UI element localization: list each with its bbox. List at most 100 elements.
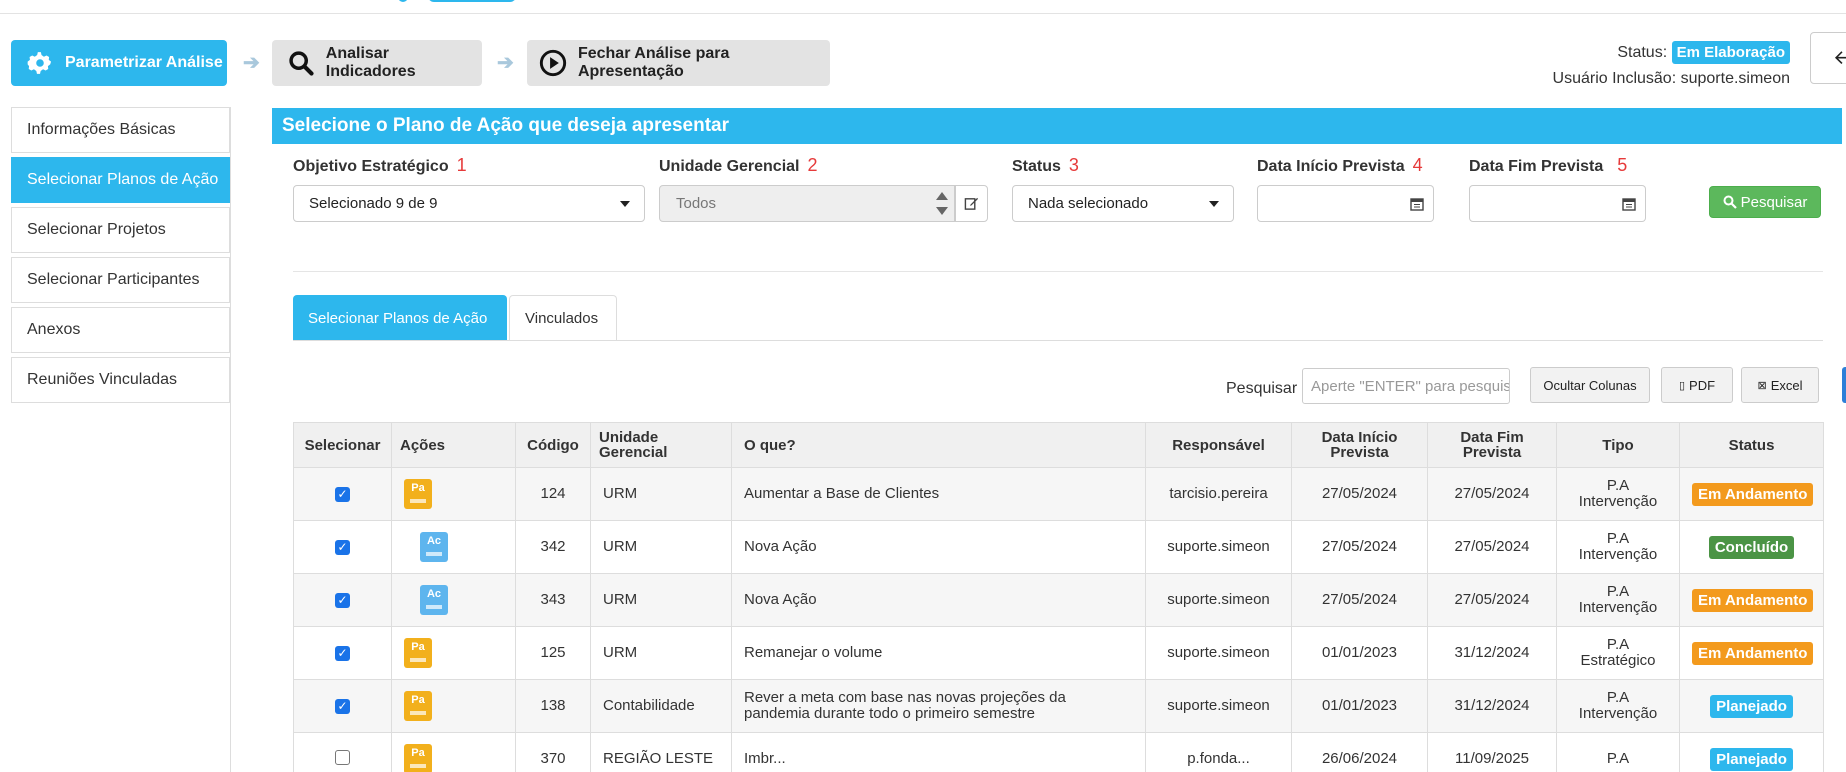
select-checkbox[interactable] [335,749,350,765]
sidebar-item-planos-de-acao[interactable]: Selecionar Planos de Ação [11,157,230,203]
status-select[interactable]: Nada selecionado [1012,185,1234,222]
step-parametrizar-analise[interactable]: Parametrizar Análise [11,40,227,86]
codigo-cell: 342 [515,520,591,574]
col-header[interactable]: Código [515,422,591,468]
table-row[interactable]: ✓ Ac 342 URM Nova Ação suporte.simeon 27/05/20… [293,520,1824,574]
button-label: Excel [1770,377,1803,393]
select-cell: ✓ [293,573,392,627]
status-badge: Em Andamento [1692,641,1814,665]
pdf-button[interactable]: ▯ PDF [1661,367,1733,403]
select-cell: ✓ [293,679,392,733]
select-checkbox[interactable]: ✓ [335,593,350,608]
step-fechar-analise[interactable]: Fechar Análise para Apresentação [527,40,830,86]
tipo-cell: P.A Intervenção [1556,467,1680,521]
top-bar [0,0,1846,14]
table-search-input[interactable]: Aperte "ENTER" para pesquisar [1302,368,1510,404]
sidebar-item-anexos[interactable]: Anexos [11,307,230,353]
col-header[interactable]: Responsável [1145,422,1292,468]
sidebar-item-informacoes-basicas[interactable]: Informações Básicas [11,107,230,153]
acao-icon[interactable]: Ac [420,585,448,615]
data-fim-input[interactable] [1469,185,1613,222]
table-row[interactable]: Pa 370 REGIÃO LESTE Imbr... p.fonda... 26/06/… [293,732,1824,772]
unidade-cell: Contabilidade [590,679,732,733]
col-header[interactable]: Unidade Gerencial [590,422,732,468]
objetivo-select[interactable]: Selecionado 9 de 9 [293,185,645,222]
select-checkbox[interactable]: ✓ [335,487,350,502]
codigo-cell: 125 [515,626,591,680]
tipo-cell: P.A Intervenção [1556,679,1680,733]
codigo-cell: 124 [515,467,591,521]
edge-button[interactable] [1842,367,1846,403]
tipo-line: Intervenção [1578,599,1658,616]
search-icon [286,48,316,78]
col-header[interactable]: Tipo [1556,422,1680,468]
label-text: Unidade Gerencial [659,158,800,175]
ocultar-colunas-button[interactable]: Ocultar Colunas [1530,367,1650,403]
unidade-field[interactable]: Todos [659,185,955,222]
tipo-line: Intervenção [1578,705,1658,722]
calendar-icon [1621,197,1636,211]
col-header[interactable]: O que? [731,422,1146,468]
plano-acao-icon[interactable]: Pa [404,638,432,668]
actions-cell: Ac [391,573,516,627]
calendar-button[interactable] [1612,185,1646,222]
spin-down-icon[interactable] [936,207,948,215]
calendar-button[interactable] [1400,185,1434,222]
step-analisar-indicadores[interactable]: Analisar Indicadores [272,40,482,86]
fim-cell: 27/05/2024 [1427,520,1557,574]
plano-acao-icon[interactable]: Pa [404,479,432,509]
status-cell: Em Andamento [1679,467,1824,521]
responsavel-cell: p.fonda... [1145,732,1292,772]
tipo-line: Estratégico [1580,652,1656,669]
tab-vinculados[interactable]: Vinculados [509,295,617,341]
filter-number: 1 [456,155,467,175]
data-inicio-input[interactable] [1257,185,1401,222]
sidebar-item-projetos[interactable]: Selecionar Projetos [11,207,230,253]
unidade-cell: REGIÃO LESTE [590,732,732,772]
tipo-cell: P.A Intervenção [1556,520,1680,574]
user-value: suporte.simeon [1680,70,1790,87]
table-row[interactable]: ✓ Pa 124 URM Aumentar a Base de Clientes tarc… [293,467,1824,521]
select-checkbox[interactable]: ✓ [335,699,350,714]
status-cell: Concluído [1679,520,1824,574]
sidebar-item-reunioes[interactable]: Reuniões Vinculadas [11,357,230,403]
calendar-icon [1409,197,1424,211]
fim-cell: 31/12/2024 [1427,679,1557,733]
arrow-right-icon: ➔ [497,52,514,74]
top-indicator-pill[interactable] [428,0,516,2]
col-header[interactable]: Selecionar [293,422,392,468]
panel-title: Selecione o Plano de Ação que deseja apr… [272,108,1842,144]
spin-up-icon[interactable] [936,192,948,200]
responsavel-cell: suporte.simeon [1145,679,1292,733]
responsavel-cell: suporte.simeon [1145,520,1292,574]
acao-icon[interactable]: Ac [420,532,448,562]
pesquisar-button[interactable]: Pesquisar [1709,186,1821,218]
codigo-cell: 138 [515,679,591,733]
tab-selecionar-planos[interactable]: Selecionar Planos de Ação [293,295,507,341]
excel-button[interactable]: ⊠ Excel [1741,367,1819,403]
filter-fim-label: Data Fim Prevista 5 [1469,155,1627,176]
filter-number: 5 [1617,155,1628,175]
plano-acao-icon[interactable]: Pa [404,744,432,772]
col-header[interactable]: Data Fim Prevista [1427,422,1557,468]
back-button[interactable]: 🡐 [1810,32,1846,84]
status-badge: Planejado [1710,747,1793,771]
col-header[interactable]: Data Início Prevista [1291,422,1428,468]
sidebar-item-participantes[interactable]: Selecionar Participantes [11,257,230,303]
actions-cell: Pa [391,626,516,680]
table-row[interactable]: ✓ Ac 343 URM Nova Ação suporte.simeon 27/05/20… [293,573,1824,627]
table-row[interactable]: ✓ Pa 138 Contabilidade Rever a meta com base… [293,679,1824,733]
plano-acao-icon[interactable]: Pa [404,691,432,721]
table-header-row: Selecionar Ações Código Unidade Gerencia… [293,422,1824,468]
col-header[interactable]: Status [1679,422,1824,468]
select-checkbox[interactable]: ✓ [335,646,350,661]
col-header[interactable]: Ações [391,422,516,468]
edit-unidade-button[interactable] [955,185,988,222]
status-cell: Planejado [1679,732,1824,772]
fim-cell: 27/05/2024 [1427,573,1557,627]
select-checkbox[interactable]: ✓ [335,540,350,555]
arrow-right-icon: ➔ [243,52,260,74]
tipo-line: Intervenção [1578,493,1658,510]
label-text: Data Início Prevista [1257,158,1405,175]
table-row[interactable]: ✓ Pa 125 URM Remanejar o volume suporte.simeo… [293,626,1824,680]
